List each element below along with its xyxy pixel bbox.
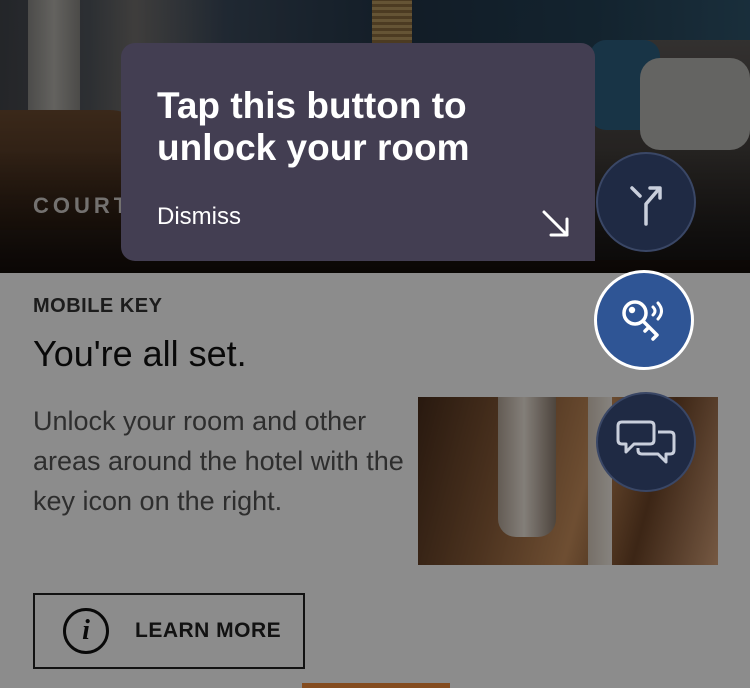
arrow-down-right-icon <box>542 210 569 237</box>
dismiss-link[interactable]: Dismiss <box>157 203 241 231</box>
directions-icon <box>630 186 662 226</box>
chat-icon <box>616 420 676 464</box>
chat-button[interactable] <box>596 392 696 492</box>
tooltip-title: Tap this button to unlock your room <box>157 85 470 168</box>
coachmark-tooltip: Tap this button to unlock your room Dism… <box>121 43 595 261</box>
mobile-key-icon <box>622 300 663 341</box>
mobile-key-button[interactable] <box>594 270 694 370</box>
directions-button[interactable] <box>596 152 696 252</box>
